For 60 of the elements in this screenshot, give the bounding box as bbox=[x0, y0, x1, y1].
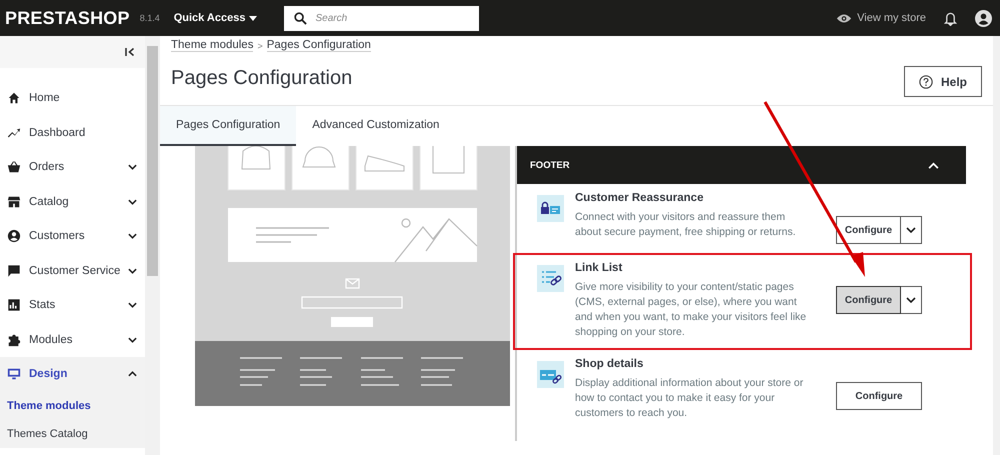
dropdown-toggle[interactable] bbox=[901, 286, 922, 314]
configure-button[interactable]: Configure bbox=[836, 216, 901, 244]
logo[interactable]: PRESTASHOP bbox=[5, 8, 130, 28]
module-description: Give more visibility to your content/static pages (CMS, external pages, or else), where you want and when you want, to make your visitors feel like shopping on your store. bbox=[575, 280, 808, 340]
module-name: Link List bbox=[575, 262, 624, 274]
module-description: Connect with your visitors and reassure them about secure payment, free shipping or returns. bbox=[575, 210, 797, 240]
configure-button[interactable]: Configure bbox=[836, 286, 901, 314]
module-name: Customer Reassurance bbox=[575, 192, 704, 204]
search-field[interactable]: Search bbox=[284, 6, 480, 30]
help-button[interactable]: Help bbox=[904, 66, 982, 97]
sidebar-item[interactable]: Catalog bbox=[0, 184, 145, 219]
eye-icon bbox=[836, 12, 852, 24]
monitor-icon bbox=[7, 367, 21, 382]
chevron-down-icon bbox=[906, 227, 916, 233]
sidebar-item[interactable]: Home bbox=[0, 81, 145, 116]
panel-title: FOOTER bbox=[530, 160, 570, 170]
configure-button[interactable]: Configure bbox=[836, 382, 922, 410]
breadcrumb-link[interactable]: Theme modules bbox=[171, 39, 254, 52]
trend-icon bbox=[7, 126, 21, 140]
basket-icon bbox=[7, 160, 21, 174]
panel-header[interactable]: FOOTER bbox=[517, 146, 966, 184]
home-icon bbox=[7, 91, 21, 106]
sidebar-item[interactable]: Modules bbox=[0, 322, 145, 357]
card-link-icon bbox=[537, 361, 564, 388]
version-label: 8.1.4 bbox=[140, 13, 160, 23]
sidebar-item[interactable]: Stats bbox=[0, 288, 145, 322]
chat-icon bbox=[7, 264, 21, 278]
breadcrumb-link[interactable]: Pages Configuration bbox=[266, 39, 371, 52]
chevron-down-icon bbox=[906, 297, 916, 303]
breadcrumb-separator: > bbox=[257, 40, 263, 50]
tab[interactable]: Pages Configuration bbox=[160, 106, 296, 146]
account-icon[interactable] bbox=[975, 10, 992, 26]
puzzle-icon bbox=[7, 332, 21, 347]
store-icon bbox=[7, 194, 21, 209]
bell-icon[interactable] bbox=[944, 10, 957, 26]
quick-access-menu[interactable]: Quick Access bbox=[174, 12, 258, 24]
sidebar-item[interactable]: Design bbox=[0, 357, 145, 392]
search-icon bbox=[294, 12, 308, 24]
help-icon bbox=[918, 74, 933, 88]
caret-icon bbox=[249, 16, 258, 20]
sidebar-item[interactable]: Customers bbox=[0, 219, 145, 254]
lock-card-icon bbox=[537, 195, 564, 222]
scrollbar[interactable] bbox=[145, 36, 160, 455]
sidebar-item[interactable]: Customer Service bbox=[0, 254, 145, 288]
chart-icon bbox=[7, 298, 21, 312]
view-my-store-link[interactable]: View my store bbox=[836, 12, 926, 24]
scrollbar[interactable] bbox=[993, 36, 1000, 455]
submenu-item[interactable]: Theme modules bbox=[0, 392, 145, 420]
module-name: Shop details bbox=[575, 358, 644, 370]
submenu-item[interactable]: Themes Catalog bbox=[0, 420, 145, 448]
module-description: Display additional information about your store or how to contact you to make it easy for your customers to reach you. bbox=[575, 376, 804, 421]
collapse-icon[interactable] bbox=[125, 47, 135, 57]
tab[interactable]: Advanced Customization bbox=[296, 106, 456, 146]
dropdown-toggle[interactable] bbox=[901, 216, 922, 244]
person-icon bbox=[7, 229, 21, 244]
list-link-icon bbox=[537, 265, 564, 292]
sidebar-item[interactable]: Dashboard bbox=[0, 116, 145, 150]
sidebar-item[interactable]: Orders bbox=[0, 150, 145, 184]
page-title: Pages Configuration bbox=[171, 67, 352, 90]
chevron-up-icon[interactable] bbox=[928, 162, 939, 168]
